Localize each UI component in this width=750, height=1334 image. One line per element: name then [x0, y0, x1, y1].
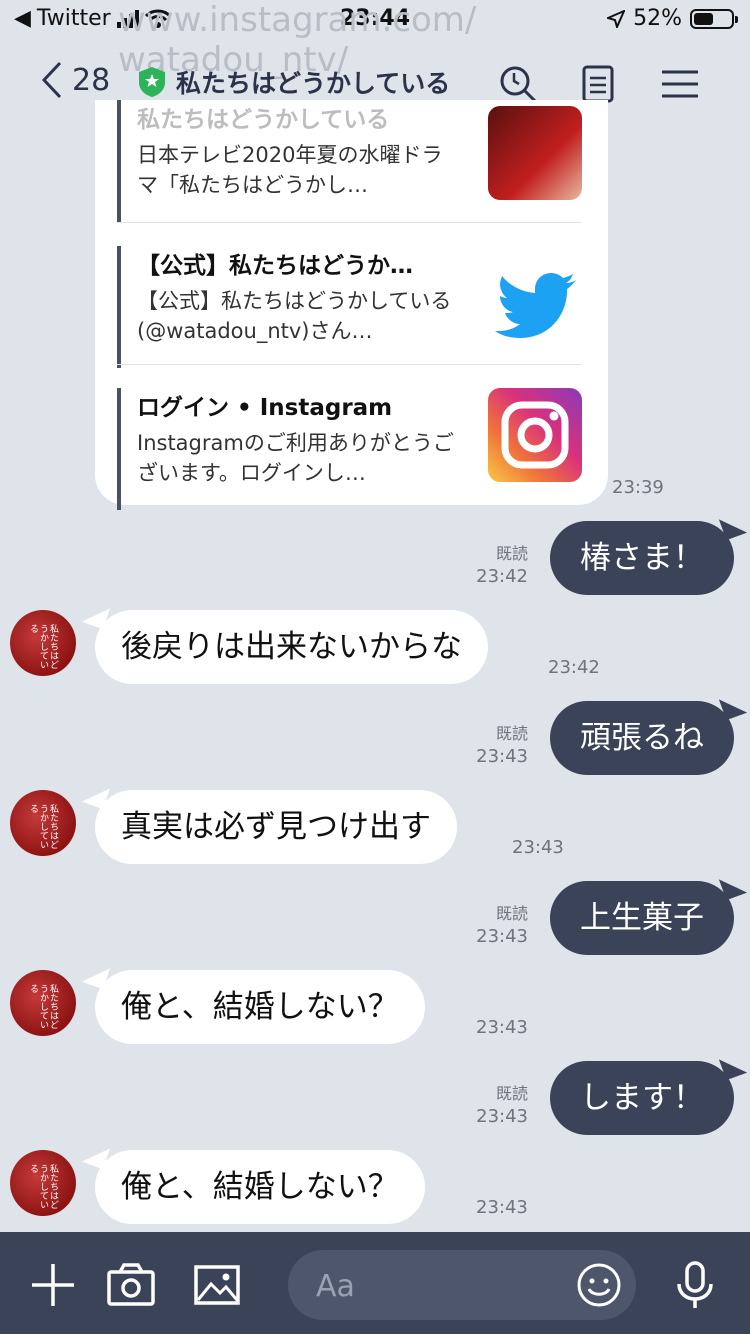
link-item-drama[interactable]: 私たちはどうかしている 日本テレビ2020年夏の水曜ドラマ「私たちはどうかし… — [117, 100, 582, 222]
link-desc: 【公式】私たちはどうかしている (@watadou_ntv)さん… — [137, 289, 452, 343]
message-time: 23:43 — [476, 1197, 528, 1218]
link-desc: 日本テレビ2020年夏の水曜ドラマ「私たちはどうかし… — [137, 143, 443, 197]
message-input-container — [288, 1250, 636, 1322]
search-icon[interactable] — [498, 64, 538, 104]
chevron-left-icon — [41, 61, 62, 99]
message-time: 23:39 — [612, 477, 664, 498]
message-text: 俺と、結婚しない？ — [121, 989, 399, 1025]
message-text: 頑張るね — [580, 720, 704, 756]
unread-count: 28 — [72, 62, 111, 98]
sent-message[interactable]: 椿さま！ — [550, 511, 748, 595]
read-receipt: 既読 — [495, 1084, 528, 1103]
plus-icon[interactable] — [28, 1260, 78, 1310]
sent-message[interactable]: します！ — [550, 1051, 748, 1135]
bubble-tail — [81, 780, 111, 810]
message-time: 23:43 — [512, 837, 564, 858]
message-text: 俺と、結婚しない？ — [121, 1169, 399, 1205]
message-time: 23:43 — [476, 926, 528, 947]
chat-title[interactable]: 私たちはどうかしている — [138, 64, 450, 100]
link-title: 私たちはどうかしている — [137, 107, 390, 133]
link-title: 【公式】私たちはどうか… — [137, 253, 413, 279]
message-meta: 既読 23:43 — [460, 722, 528, 768]
bubble-tail — [81, 1140, 111, 1170]
link-item-instagram[interactable]: ログイン • Instagram Instagramのご利用ありがとうございます… — [117, 388, 582, 510]
link-title: ログイン • Instagram — [137, 395, 393, 421]
message-input-bar — [0, 1232, 750, 1334]
divider — [117, 364, 582, 365]
menu-icon[interactable] — [660, 64, 700, 104]
message-time: 23:43 — [476, 1017, 528, 1038]
instagram-logo-icon — [488, 388, 582, 482]
message-time: 23:42 — [548, 657, 600, 678]
chat-title-text: 私たちはどうかしている — [176, 69, 451, 98]
message-text: 上生菓子 — [580, 900, 704, 936]
message-text: 真実は必ず見つけ出す — [121, 809, 431, 845]
link-bar — [117, 388, 121, 510]
message-text: します！ — [580, 1080, 704, 1116]
avatar-text: 私たちはどうかしている — [28, 984, 58, 1029]
avatar[interactable]: 私たちはどうかしている — [10, 970, 76, 1036]
link-desc: Instagramのご利用ありがとうございます。ログインし… — [137, 431, 454, 485]
avatar[interactable]: 私たちはどうかしている — [10, 1150, 76, 1216]
battery-fill — [694, 12, 713, 25]
message-text: 後戻りは出来ないからな — [121, 629, 462, 665]
read-receipt: 既読 — [495, 724, 528, 743]
bubble-tail — [718, 511, 748, 541]
message-text: 椿さま！ — [580, 540, 704, 576]
sent-message[interactable]: 上生菓子 — [550, 871, 748, 955]
message-meta: 既読 23:42 — [460, 542, 528, 588]
avatar-text: 私たちはどうかしている — [28, 1164, 58, 1209]
avatar[interactable]: 私たちはどうかしている — [10, 610, 76, 676]
message-time: 23:43 — [476, 1106, 528, 1127]
received-message[interactable]: 真実は必ず見つけ出す — [81, 780, 457, 864]
link-bar — [117, 246, 121, 368]
bubble-tail — [81, 960, 111, 990]
url-line-1: www.instagram.com/ — [118, 0, 477, 40]
received-message[interactable]: 俺と、結婚しない？ — [81, 1140, 425, 1224]
link-preview-card[interactable]: 私たちはどうかしている 日本テレビ2020年夏の水曜ドラマ「私たちはどうかし… … — [95, 100, 608, 510]
bubble-tail — [718, 1051, 748, 1081]
message-input[interactable] — [314, 1250, 568, 1322]
drama-poster-thumbnail — [488, 106, 582, 200]
camera-icon[interactable] — [106, 1260, 156, 1310]
image-icon[interactable] — [192, 1260, 242, 1310]
sent-message[interactable]: 頑張るね — [550, 691, 748, 775]
microphone-icon[interactable] — [670, 1260, 720, 1310]
message-time: 23:42 — [476, 566, 528, 587]
notes-icon[interactable] — [578, 64, 618, 104]
read-receipt: 既読 — [495, 544, 528, 563]
avatar-text: 私たちはどうかしている — [28, 624, 58, 669]
bubble-tail — [81, 600, 111, 630]
message-meta: 既読 23:43 — [460, 1082, 528, 1128]
link-bar — [117, 100, 121, 222]
bubble-tail — [718, 691, 748, 721]
avatar-text: 私たちはどうかしている — [28, 804, 58, 849]
read-receipt: 既読 — [495, 904, 528, 923]
location-arrow-icon — [607, 9, 626, 28]
battery-percent: 52% — [633, 6, 682, 31]
verified-shield-icon — [139, 67, 165, 97]
message-meta: 既読 23:43 — [460, 902, 528, 948]
message-time: 23:43 — [476, 746, 528, 767]
received-message[interactable]: 俺と、結婚しない？ — [81, 960, 425, 1044]
avatar[interactable]: 私たちはどうかしている — [10, 790, 76, 856]
battery-icon — [690, 8, 738, 29]
status-right: 52% — [607, 6, 738, 31]
received-message[interactable]: 後戻りは出来ないからな — [81, 600, 488, 684]
divider — [117, 222, 582, 223]
twitter-logo-icon — [495, 273, 576, 338]
back-button[interactable]: 28 — [40, 60, 110, 100]
emoji-icon[interactable] — [576, 1262, 622, 1308]
bubble-tail — [718, 871, 748, 901]
link-item-twitter[interactable]: 【公式】私たちはどうか… 【公式】私たちはどうかしている (@watadou_n… — [117, 246, 582, 368]
